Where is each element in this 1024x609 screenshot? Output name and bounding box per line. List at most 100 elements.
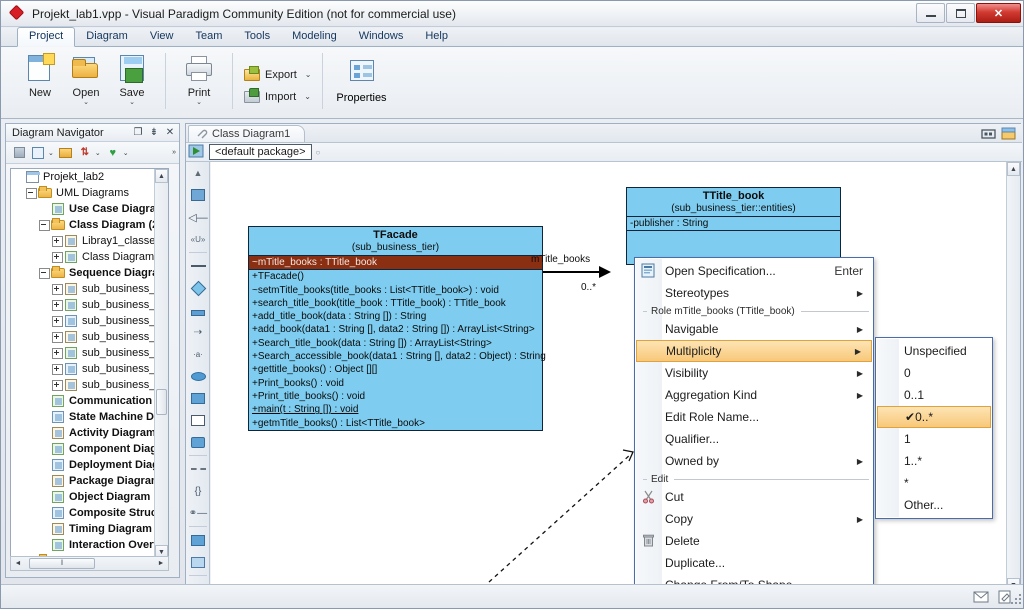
- tree-vertical-scrollbar[interactable]: ▲ ▼: [154, 169, 168, 559]
- context-menu-item[interactable]: Multiplicity ▶: [636, 340, 872, 362]
- context-menu-item[interactable]: Qualifier...: [635, 428, 873, 450]
- association-role-label[interactable]: mTitle_books: [531, 254, 590, 265]
- stop-icon[interactable]: [10, 144, 28, 162]
- context-menu-item[interactable]: Aggregation Kind ▶: [635, 384, 873, 406]
- uml-operation-row[interactable]: +main(t : String []) : void: [249, 403, 542, 416]
- context-menu-item[interactable]: Stereotypes ▶: [635, 282, 873, 304]
- open-in-window-icon[interactable]: [998, 125, 1018, 142]
- minimize-button[interactable]: [916, 3, 945, 23]
- tree-item[interactable]: sub_business_tier: [11, 313, 168, 329]
- multiplicity-option[interactable]: Other...: [876, 494, 992, 516]
- context-menu-item[interactable]: Cut: [635, 486, 873, 508]
- menu-tab-modeling[interactable]: Modeling: [281, 28, 348, 46]
- tree-item[interactable]: Use Case Diagram: [11, 201, 166, 217]
- tree-item[interactable]: sub_business_tier: [11, 281, 168, 297]
- tree-item[interactable]: sub_business_tier: [11, 361, 168, 377]
- expand-icon[interactable]: [52, 347, 63, 359]
- container-icon[interactable]: [186, 431, 209, 453]
- interface-icon[interactable]: [186, 299, 209, 321]
- close-button[interactable]: ✕: [976, 3, 1021, 23]
- tree-item[interactable]: Object Diagram: [11, 489, 154, 505]
- context-menu-item[interactable]: Edit Role Name...: [635, 406, 873, 428]
- uml-operation-row[interactable]: +Print_title_books() : void: [249, 390, 542, 403]
- tab-class-diagram1[interactable]: Class Diagram1: [188, 125, 306, 142]
- menu-tab-windows[interactable]: Windows: [348, 28, 415, 46]
- context-menu-item[interactable]: Copy ▶: [635, 508, 873, 530]
- pointer-icon[interactable]: ▲: [186, 162, 209, 184]
- filter-caret-icon[interactable]: ⌄: [123, 149, 129, 157]
- expand-icon[interactable]: [52, 235, 63, 247]
- tree-scroll-left-button[interactable]: ◄: [11, 557, 25, 570]
- tree-item[interactable]: Interaction Overvi: [11, 537, 163, 553]
- context-menu-item[interactable]: Navigable ▶: [635, 318, 873, 340]
- expand-icon[interactable]: [52, 331, 63, 343]
- close-panel-icon[interactable]: ✕: [163, 126, 177, 140]
- component2-icon[interactable]: [186, 551, 209, 573]
- export-caret-icon[interactable]: ⌄: [305, 70, 312, 79]
- expand-icon[interactable]: [52, 283, 63, 295]
- save-button[interactable]: Save ⌄: [109, 50, 155, 106]
- multiplicity-option[interactable]: ✔ 0..*: [877, 406, 991, 428]
- new-button[interactable]: New: [17, 50, 63, 99]
- multiplicity-option[interactable]: 1: [876, 428, 992, 450]
- dashed-line-icon[interactable]: [186, 458, 209, 480]
- canvas-scroll-up-button[interactable]: ▲: [1007, 162, 1020, 176]
- tree-item[interactable]: Class Diagram1: [11, 249, 160, 265]
- collapse-icon[interactable]: [39, 219, 50, 231]
- expand-icon[interactable]: [52, 363, 63, 375]
- tree-item[interactable]: Communication Dia: [11, 393, 168, 409]
- tree-item[interactable]: UML Diagrams: [11, 185, 154, 201]
- tree-scroll-right-button[interactable]: ►: [154, 557, 168, 570]
- menu-tab-project[interactable]: Project: [17, 27, 76, 47]
- message-icon[interactable]: [971, 588, 991, 606]
- tfacade-attribute-row[interactable]: ~mTitle_books : TTitle_book: [249, 256, 542, 270]
- uml-operation-row[interactable]: ~setmTitle_books(title_books : List<TTit…: [249, 284, 542, 297]
- tree-item[interactable]: Package Diagram: [11, 473, 161, 489]
- collapse-icon[interactable]: [26, 187, 37, 199]
- new-diagram-icon[interactable]: [29, 144, 47, 162]
- diamond-icon[interactable]: [186, 277, 209, 299]
- multiplicity-option[interactable]: Unspecified: [876, 340, 992, 362]
- context-menu[interactable]: Open Specification... Enter Stereotypes ▶ Ro…: [634, 257, 874, 608]
- context-menu-item[interactable]: Delete: [635, 530, 873, 552]
- context-menu-item[interactable]: Owned by ▶: [635, 450, 873, 472]
- open-button[interactable]: Open ⌄: [63, 50, 109, 106]
- context-menu-item[interactable]: Open Specification... Enter: [635, 260, 873, 282]
- tree-item[interactable]: Deployment Diagra: [11, 457, 168, 473]
- class-icon[interactable]: [186, 184, 209, 206]
- multiplicity-option[interactable]: *: [876, 472, 992, 494]
- expand-icon[interactable]: [52, 251, 63, 263]
- shape-palette[interactable]: ▲ ◁— «U» ⇢ ·a· {} ⚭— ▼: [186, 162, 210, 608]
- association-icon[interactable]: ◁—: [186, 206, 209, 228]
- open-caret-icon[interactable]: ⌄: [83, 99, 89, 106]
- properties-label[interactable]: Properties: [336, 92, 386, 104]
- pin-icon[interactable]: ⇟: [147, 126, 161, 140]
- multiplicity-option[interactable]: 0..1: [876, 384, 992, 406]
- tree-item[interactable]: Libray1_classes: [11, 233, 161, 249]
- navigator-tree[interactable]: Projekt_lab2 UML Diagrams Use Case Diagram…: [10, 168, 169, 560]
- new-diagram-caret-icon[interactable]: ⌄: [48, 149, 54, 157]
- package-name-field[interactable]: <default package>: [209, 144, 312, 160]
- multiplicity-option[interactable]: 1..*: [876, 450, 992, 472]
- uml-operation-row[interactable]: +TFacade(): [249, 270, 542, 283]
- multiplicity-option[interactable]: 0: [876, 362, 992, 384]
- open-diagram-icon[interactable]: [57, 144, 75, 162]
- tree-item[interactable]: Class Diagram (2): [11, 217, 162, 233]
- tree-item[interactable]: sub_business_tier: [11, 297, 168, 313]
- tree-hscroll-thumb[interactable]: ‖: [29, 558, 95, 569]
- uml-operation-row[interactable]: +gettitle_books() : Object [][]: [249, 363, 542, 376]
- uml-operation-row[interactable]: +Search_title_book(data : String []) : A…: [249, 337, 542, 350]
- uml-operation-row[interactable]: +search_title_book(title_book : TTitle_b…: [249, 297, 542, 310]
- sort-caret-icon[interactable]: ⌄: [95, 149, 101, 157]
- tree-item[interactable]: Component Diagra: [11, 441, 167, 457]
- multiplicity-submenu[interactable]: Unspecified 0 0..1 ✔ 0..* 1 1..* * Other...: [875, 337, 993, 519]
- save-caret-icon[interactable]: ⌄: [129, 99, 135, 106]
- tree-horizontal-scrollbar[interactable]: ◄ ‖ ►: [10, 556, 169, 571]
- package2-icon[interactable]: [186, 529, 209, 551]
- tree-item[interactable]: sub_business_tier: [11, 345, 168, 361]
- tree-item[interactable]: Projekt_lab2: [11, 169, 154, 185]
- tree-item[interactable]: Timing Diagram: [11, 521, 154, 537]
- fit-window-icon[interactable]: [978, 125, 998, 142]
- tree-item[interactable]: sub_business_tier: [11, 377, 168, 393]
- import-caret-icon[interactable]: ⌄: [304, 92, 311, 101]
